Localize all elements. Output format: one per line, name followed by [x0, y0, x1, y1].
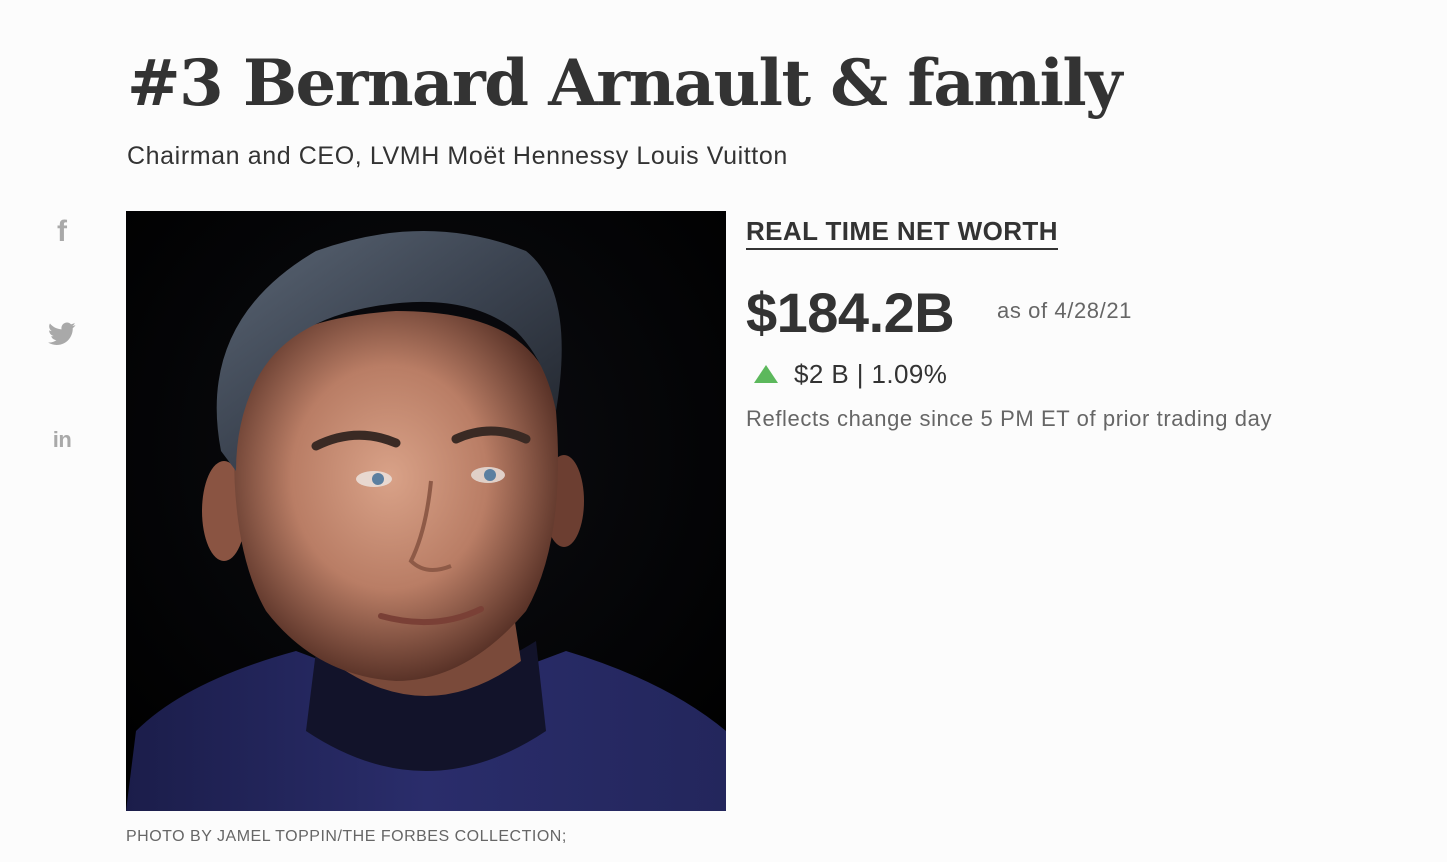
net-worth-date: as of 4/28/21 [997, 298, 1133, 323]
profile-photo [126, 211, 726, 811]
net-worth-change-amount: $2 B | 1.09% [794, 359, 948, 389]
net-worth-change-note: Reflects change since 5 PM ET of prior t… [746, 406, 1273, 431]
net-worth-change: $2 B | 1.09% [754, 358, 947, 390]
page-title: #3 Bernard Arnault & family [127, 46, 1122, 121]
linkedin-share-button[interactable]: in [40, 420, 84, 460]
linkedin-icon: in [52, 427, 72, 452]
twitter-icon [48, 322, 76, 345]
up-arrow-icon [754, 365, 778, 383]
facebook-icon: f [57, 215, 67, 248]
net-worth-heading[interactable]: REAL TIME NET WORTH [746, 214, 1058, 250]
person-subtitle: Chairman and CEO, LVMH Moët Hennessy Lou… [127, 142, 788, 170]
net-worth-value: $184.2B [746, 281, 955, 344]
twitter-share-button[interactable] [40, 314, 84, 354]
facebook-share-button[interactable]: f [40, 212, 84, 252]
photo-credit: PHOTO BY JAMEL TOPPIN/THE FORBES COLLECT… [126, 828, 567, 845]
